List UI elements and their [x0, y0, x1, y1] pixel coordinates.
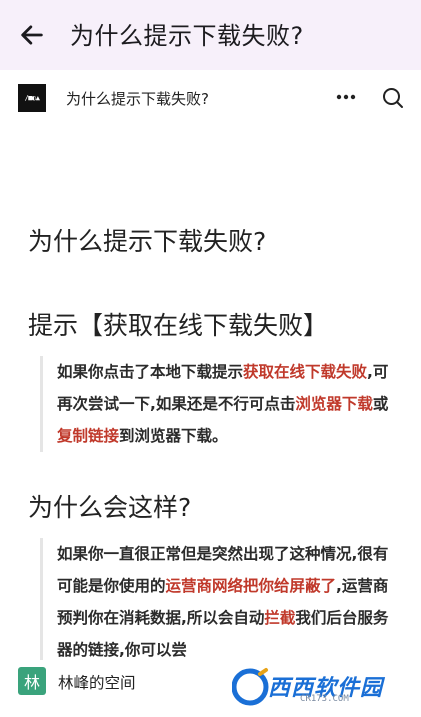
paragraph-text: 到浏览器下载。 [119, 427, 228, 445]
highlighted-text: 获取在线下载失败 [243, 363, 368, 381]
search-icon[interactable] [381, 86, 405, 110]
app-bar: 为什么提示下载失败? [0, 0, 421, 70]
watermark-subtext: CR173.COM [300, 694, 349, 704]
highlighted-text: 拦截 [264, 609, 296, 627]
highlighted-text: 复制链接 [57, 427, 120, 445]
app-logo: /■◐▲ [18, 84, 46, 112]
article-content[interactable]: 为什么提示下载失败? 提示【获取在线下载失败】 如果你点击了本地下载提示获取在线… [0, 124, 421, 668]
quote-block-download-tip: 如果你点击了本地下载提示获取在线下载失败,可再次尝试一下,如果还是不行可点击浏览… [40, 356, 392, 452]
quote-block-why: 如果你一直很正常但是突然出现了这种情况,很有可能是你使用的运营商网络把你给屏蔽了… [40, 538, 392, 666]
back-arrow-icon[interactable] [18, 21, 46, 49]
highlighted-text: 浏览器下载 [295, 395, 373, 413]
section-heading-why: 为什么会这样? [28, 493, 192, 522]
document-title: 为什么提示下载失败? [66, 90, 209, 108]
paragraph-text: 或 [372, 395, 389, 413]
more-options-icon[interactable] [336, 94, 356, 100]
paragraph-text: 如果你点击了本地下载提示 [57, 363, 244, 381]
highlighted-text: 运营商网络把你给屏蔽了 [165, 577, 337, 595]
page-title: 为什么提示下载失败? [70, 22, 304, 50]
article-heading: 为什么提示下载失败? [28, 227, 267, 256]
space-avatar: 林 [18, 667, 46, 695]
document-header: /■◐▲ 为什么提示下载失败? [0, 72, 421, 124]
section-heading-download-failed: 提示【获取在线下载失败】 [28, 311, 329, 340]
space-name: 林峰的空间 [58, 674, 136, 692]
